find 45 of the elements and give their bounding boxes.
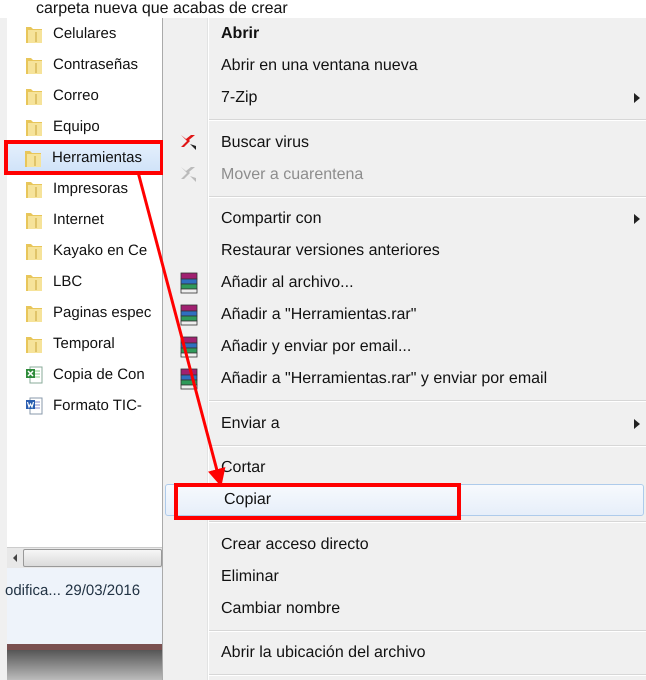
books-icon [179, 336, 199, 358]
file-item[interactable]: Copia de Con [7, 359, 162, 390]
submenu-arrow-icon [634, 418, 640, 428]
submenu-arrow-icon [634, 93, 640, 103]
file-item[interactable]: Herramientas [6, 142, 162, 173]
menu-item[interactable]: Abrir la ubicación del archivo [163, 637, 646, 669]
horizontal-scrollbar[interactable] [7, 547, 162, 568]
scroll-thumb[interactable] [23, 549, 162, 567]
file-item[interactable]: Correo [7, 80, 162, 111]
file-item[interactable]: Kayako en Ce [7, 235, 162, 266]
menu-item[interactable]: Añadir a "Herramientas.rar" y enviar por email [163, 363, 646, 395]
menu-item[interactable]: Compartir con [163, 203, 646, 235]
file-item[interactable]: Internet [7, 204, 162, 235]
file-item[interactable]: Equipo [7, 111, 162, 142]
file-item[interactable]: Celulares [7, 18, 162, 49]
menu-item[interactable]: Cortar [163, 452, 646, 484]
menu-item[interactable]: Cambiar nombre [163, 592, 646, 624]
file-item[interactable]: LBC [7, 266, 162, 297]
file-item[interactable]: Formato TIC- [7, 390, 162, 421]
file-item[interactable]: Temporal [7, 328, 162, 359]
file-item[interactable]: Contraseñas [7, 49, 162, 80]
file-item[interactable]: Paginas espec [7, 297, 162, 328]
menu-item[interactable]: Crear acceso directo [163, 528, 646, 560]
document-icon [25, 396, 43, 416]
menu-item[interactable]: Añadir y enviar por email... [163, 331, 646, 363]
books-icon [179, 304, 199, 326]
status-text: odifica... 29/03/2016 [5, 582, 140, 599]
scan-icon [179, 164, 199, 184]
menu-item[interactable]: Abrir en una ventana nueva [163, 50, 646, 82]
books-icon [179, 368, 199, 390]
scan-icon [179, 132, 199, 152]
menu-item[interactable]: Añadir al archivo... [163, 267, 646, 299]
menu-item[interactable]: Enviar a [163, 408, 646, 440]
heading-text: carpeta nueva que acabas de crear [35, 0, 289, 18]
menu-item[interactable]: Buscar virus [163, 126, 646, 158]
books-icon [179, 272, 199, 294]
menu-item[interactable]: Añadir a "Herramientas.rar" [163, 299, 646, 331]
file-item[interactable]: Impresoras [7, 173, 162, 204]
menu-item[interactable]: 7-Zip [163, 82, 646, 114]
submenu-arrow-icon [634, 214, 640, 224]
menu-item[interactable]: Restaurar versiones anteriores [163, 235, 646, 267]
menu-item[interactable]: Abrir [163, 18, 646, 50]
menu-item[interactable]: Eliminar [163, 560, 646, 592]
scroll-left-icon[interactable] [11, 553, 19, 563]
spreadsheet-icon [25, 364, 43, 384]
